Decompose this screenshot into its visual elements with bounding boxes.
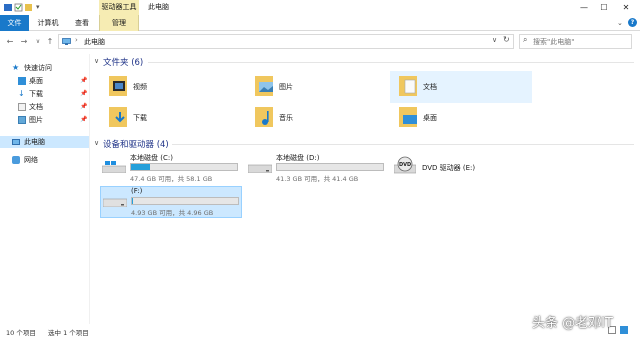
large-icons-view-icon[interactable] bbox=[620, 326, 628, 334]
removable-drive-icon bbox=[103, 198, 127, 207]
ribbon-expand-icon[interactable]: ⌄ bbox=[617, 19, 623, 27]
sidebar-item-desktop[interactable]: 桌面 📌 bbox=[0, 75, 89, 87]
network-icon bbox=[12, 156, 20, 164]
tab-view[interactable]: 查看 bbox=[70, 15, 94, 31]
pin-icon[interactable]: 📌 bbox=[80, 114, 87, 126]
capacity-fill bbox=[131, 164, 151, 170]
forward-arrow-icon[interactable]: → bbox=[18, 35, 30, 48]
drive-tools-context-label: 驱动器工具 bbox=[99, 0, 139, 15]
folder-pictures[interactable]: 图片 bbox=[246, 71, 388, 103]
quick-access-toolbar[interactable] bbox=[4, 3, 34, 12]
search-placeholder: 搜索"此电脑" bbox=[533, 38, 575, 46]
folder-downloads[interactable]: 下载 bbox=[100, 102, 242, 134]
sidebar-item-this-pc[interactable]: 此电脑 bbox=[0, 136, 89, 148]
search-icon: ⌕ bbox=[523, 35, 528, 44]
capacity-fill bbox=[132, 198, 133, 204]
computer-icon bbox=[62, 38, 71, 45]
sidebar-item-documents[interactable]: 文档 📌 bbox=[0, 101, 89, 113]
folder-music[interactable]: 音乐 bbox=[246, 102, 388, 134]
folders-section-header[interactable]: 文件夹 (6) bbox=[103, 56, 143, 68]
pictures-folder-icon bbox=[255, 76, 273, 96]
downloads-folder-icon bbox=[109, 107, 127, 127]
item-count: 10 个项目 bbox=[6, 329, 36, 337]
drives-section-header[interactable]: 设备和驱动器 (4) bbox=[103, 138, 169, 150]
back-arrow-icon[interactable]: ← bbox=[4, 35, 16, 48]
recent-dropdown-icon[interactable]: ∨ bbox=[32, 35, 44, 48]
documents-folder-icon bbox=[399, 76, 417, 96]
collapse-folders-icon[interactable]: ∨ bbox=[94, 57, 99, 65]
search-box[interactable]: ⌕ 搜索"此电脑" bbox=[519, 34, 632, 49]
document-icon bbox=[18, 103, 26, 111]
up-arrow-icon[interactable]: ↑ bbox=[44, 35, 56, 48]
section-divider bbox=[172, 144, 634, 145]
sidebar-item-network[interactable]: 网络 bbox=[0, 154, 89, 166]
sidebar-item-downloads[interactable]: ↓ 下载 📌 bbox=[0, 88, 89, 100]
tab-manage[interactable]: 管理 bbox=[99, 15, 139, 31]
breadcrumb[interactable]: 此电脑 bbox=[84, 37, 105, 47]
music-folder-icon bbox=[255, 107, 273, 127]
folder-desktop[interactable]: 桌面 bbox=[390, 102, 532, 134]
drive-f[interactable]: (F:) 4.93 GB 可用，共 4.96 GB bbox=[100, 186, 242, 218]
svg-text:DVD: DVD bbox=[399, 162, 411, 168]
qat-dropdown-icon[interactable]: ▾ bbox=[36, 3, 40, 11]
pin-icon[interactable]: 📌 bbox=[80, 88, 87, 100]
tab-file[interactable]: 文件 bbox=[0, 15, 29, 31]
star-icon: ★ bbox=[12, 63, 20, 72]
videos-folder-icon bbox=[109, 76, 127, 96]
dvd-drive-icon: DVD bbox=[394, 156, 416, 174]
sidebar-quick-access[interactable]: ★ 快速访问 bbox=[0, 62, 89, 74]
help-icon[interactable]: ? bbox=[628, 18, 637, 27]
capacity-bar bbox=[130, 163, 238, 171]
capacity-bar bbox=[131, 197, 239, 205]
hard-drive-icon bbox=[248, 164, 272, 173]
breadcrumb-chevron-icon[interactable]: › bbox=[75, 36, 78, 44]
drive-e[interactable]: DVD DVD 驱动器 (E:) bbox=[390, 153, 532, 187]
refresh-icon[interactable]: ↻ bbox=[503, 35, 510, 44]
folder-documents[interactable]: 文档 bbox=[390, 71, 532, 103]
computer-icon bbox=[12, 139, 20, 145]
ribbon-tabs: 文件 计算机 查看 管理 ⌄ ? bbox=[0, 15, 640, 31]
address-dropdown-icon[interactable]: ∨ bbox=[492, 36, 497, 44]
watermark-text: 头条 @老邓IT bbox=[532, 316, 613, 331]
collapse-drives-icon[interactable]: ∨ bbox=[94, 139, 99, 147]
desktop-folder-icon bbox=[399, 107, 417, 127]
folder-videos[interactable]: 视频 bbox=[100, 71, 242, 103]
selection-count: 选中 1 个项目 bbox=[48, 329, 89, 337]
picture-icon bbox=[18, 116, 26, 124]
address-bar[interactable]: › 此电脑 ∨ ↻ bbox=[58, 34, 514, 49]
windows-drive-icon bbox=[102, 161, 126, 173]
drive-c[interactable]: 本地磁盘 (C:) 47.4 GB 可用，共 58.1 GB bbox=[100, 153, 242, 187]
pin-icon[interactable]: 📌 bbox=[80, 101, 87, 113]
title-bar: ▾ 驱动器工具 此电脑 — ☐ ✕ bbox=[0, 0, 640, 15]
section-divider bbox=[148, 62, 634, 63]
navigation-pane: ★ 快速访问 桌面 📌 ↓ 下载 📌 文档 📌 图片 📌 此电脑 网络 bbox=[0, 54, 90, 324]
capacity-bar bbox=[276, 163, 384, 171]
tab-computer[interactable]: 计算机 bbox=[33, 15, 63, 31]
pin-icon[interactable]: 📌 bbox=[80, 75, 87, 87]
close-button[interactable]: ✕ bbox=[612, 0, 640, 15]
window-title: 此电脑 bbox=[148, 3, 169, 11]
desktop-icon bbox=[18, 77, 26, 85]
drive-d[interactable]: 本地磁盘 (D:) 41.3 GB 可用，共 41.4 GB bbox=[246, 153, 388, 187]
download-icon: ↓ bbox=[18, 89, 25, 98]
sidebar-item-pictures[interactable]: 图片 📌 bbox=[0, 114, 89, 126]
